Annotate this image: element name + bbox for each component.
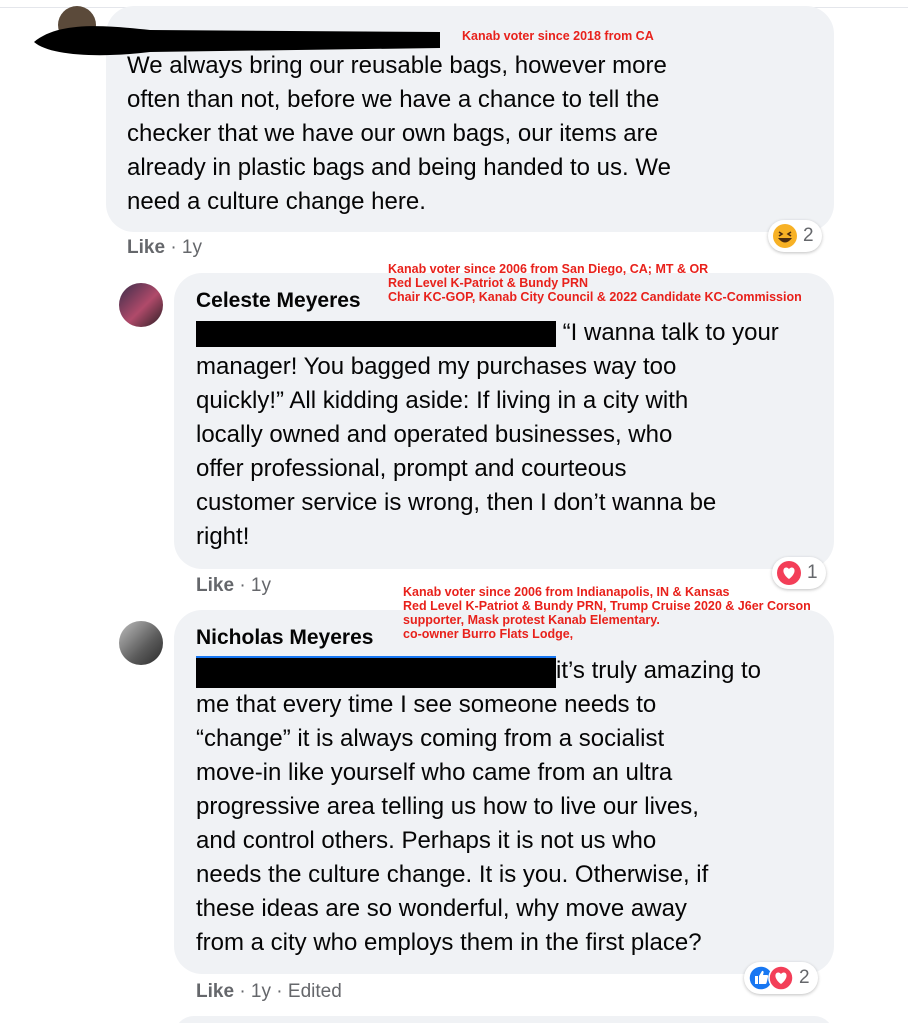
avatar-celeste[interactable] xyxy=(119,283,163,327)
heart-reaction-icon xyxy=(777,561,801,585)
comment-3-meta: Like · 1y · Edited xyxy=(196,981,342,1002)
comment-3-text: it’s truly amazing to me that every time… xyxy=(196,655,761,956)
redacted-mention xyxy=(196,655,556,688)
reaction-count: 1 xyxy=(807,562,818,583)
comment-author[interactable]: Nicholas Meyeres xyxy=(196,626,373,650)
like-button[interactable]: Like xyxy=(127,237,165,258)
comment-1-text: We always bring our reusable bags, howev… xyxy=(127,52,671,215)
reaction-count-1[interactable]: 2 xyxy=(768,220,822,252)
next-comment-bubble xyxy=(174,1016,834,1023)
redacted-mention xyxy=(196,320,556,347)
annotation-comment-2: Kanab voter since 2006 from San Diego, C… xyxy=(388,262,802,304)
comment-author[interactable]: Celeste Meyeres xyxy=(196,289,361,313)
reaction-count: 2 xyxy=(803,225,814,246)
timestamp[interactable]: 1y xyxy=(182,237,202,258)
heart-reaction-icon xyxy=(768,965,794,991)
timestamp[interactable]: 1y xyxy=(251,981,271,1002)
like-button[interactable]: Like xyxy=(196,575,234,596)
timestamp[interactable]: 1y xyxy=(251,575,271,596)
reaction-count-3[interactable]: 2 xyxy=(744,962,818,994)
comment-2-text: “I wanna talk to your manager! You bagge… xyxy=(196,319,779,550)
like-button[interactable]: Like xyxy=(196,981,234,1002)
comment-1-meta: Like · 1y xyxy=(127,237,202,258)
edited-label: Edited xyxy=(287,981,342,1002)
annotation-comment-1: Kanab voter since 2018 from CA xyxy=(462,29,654,43)
annotation-comment-3: Kanab voter since 2006 from Indianapolis… xyxy=(403,585,811,641)
laughing-emoji-icon xyxy=(773,224,797,248)
avatar-nicholas[interactable] xyxy=(119,621,163,665)
reaction-count: 2 xyxy=(799,967,810,988)
comment-2-meta: Like · 1y xyxy=(196,575,271,596)
